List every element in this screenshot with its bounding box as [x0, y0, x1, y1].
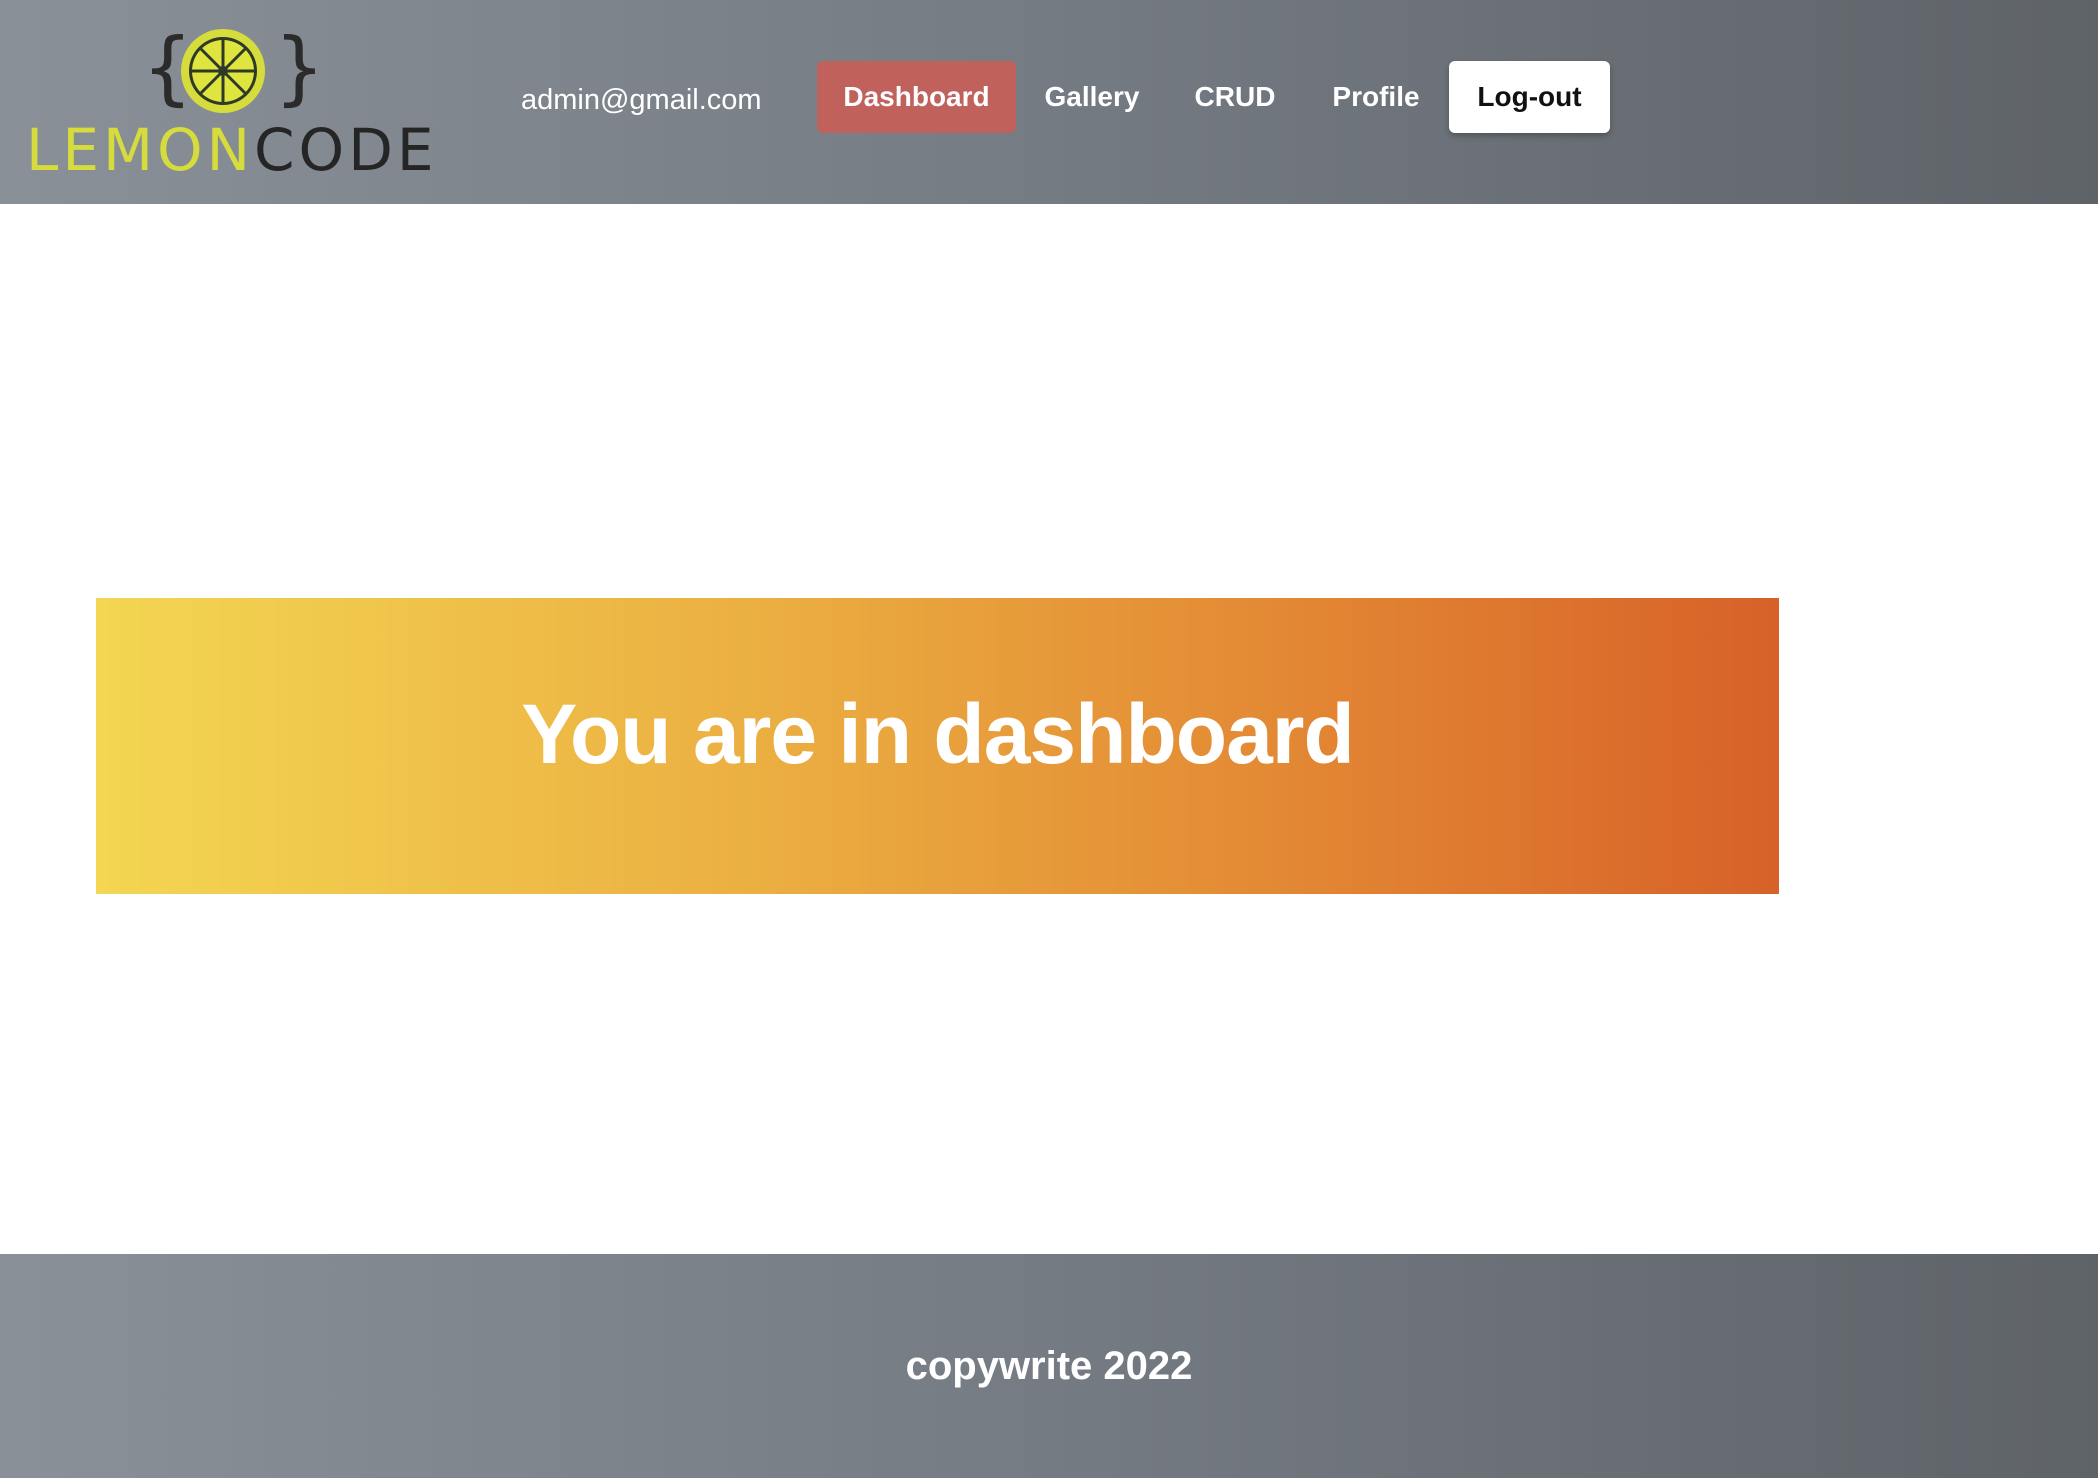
right-brace-glyph: } — [274, 21, 325, 114]
user-email: admin@gmail.com — [521, 84, 762, 116]
nav-dashboard-button[interactable]: Dashboard — [817, 61, 1016, 133]
nav-profile-button[interactable]: Profile — [1320, 61, 1432, 133]
nav-crud-button[interactable]: CRUD — [1180, 61, 1290, 133]
page-title: You are in dashboard — [521, 687, 1355, 781]
app-header: { } LEMONCODE admin@gmail.com Dashboard … — [0, 0, 2098, 204]
lemon-slice-icon — [181, 29, 265, 113]
app-footer: copywrite 2022 — [0, 1254, 2098, 1478]
logo-wordmark: LEMONCODE — [26, 118, 438, 182]
footer-copyright: copywrite 2022 — [905, 1344, 1193, 1388]
logo-word-code: CODE — [254, 116, 438, 184]
logo-word-lemon: LEMON — [26, 116, 255, 184]
nav-gallery-button[interactable]: Gallery — [1030, 61, 1154, 133]
dashboard-banner: You are in dashboard — [96, 598, 1779, 894]
logout-button[interactable]: Log-out — [1449, 61, 1610, 133]
lemoncode-logo[interactable]: { } LEMONCODE — [26, 21, 434, 183]
